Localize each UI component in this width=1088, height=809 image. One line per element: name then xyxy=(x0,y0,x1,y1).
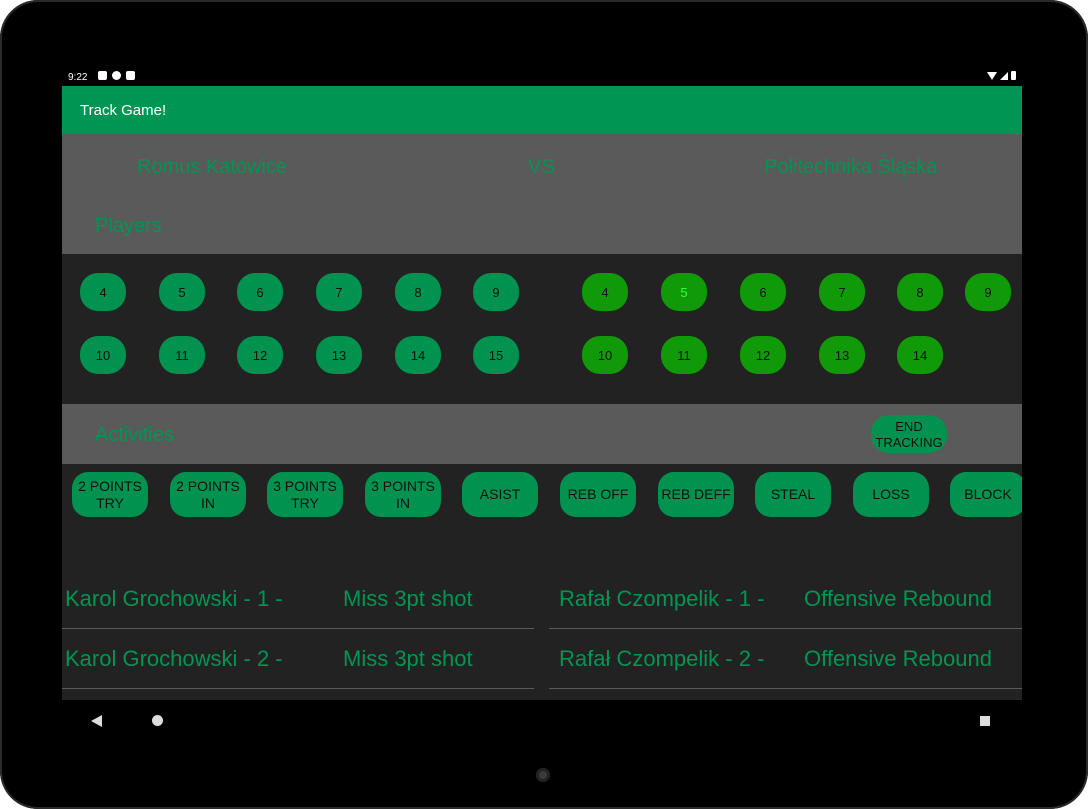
actions-area: 2 POINTS TRY 2 POINTS IN 3 POINTS TRY 3 … xyxy=(62,464,1022,564)
log-action: Miss 3pt shot xyxy=(343,586,473,611)
team-left-player-button[interactable]: 15 xyxy=(473,336,519,374)
list-item[interactable]: Karol Grochowski - 1 - Miss 3pt shot xyxy=(62,568,534,629)
navigation-bar xyxy=(62,700,1022,742)
team-right-player-button[interactable]: 14 xyxy=(897,336,943,374)
team-left-player-button[interactable]: 6 xyxy=(237,273,283,311)
left-team-log: Karol Grochowski - 1 - Miss 3pt shot Kar… xyxy=(62,564,534,700)
log-player: Karol Grochowski - 1 - xyxy=(65,586,283,611)
team-right-player-button[interactable]: 4 xyxy=(582,273,628,311)
log-player: Rafał Czompelik - 2 - xyxy=(559,646,765,671)
end-tracking-button[interactable]: END TRACKING xyxy=(871,415,947,453)
action-assist-button[interactable]: ASIST xyxy=(462,472,538,517)
status-bar: 9:22 xyxy=(62,68,1022,86)
action-block-button[interactable]: BLOCK xyxy=(950,472,1022,517)
team-left-player-button[interactable]: 8 xyxy=(395,273,441,311)
log-player: Rafał Czompelik - 1 - xyxy=(559,586,765,611)
match-header: Romus Katowice VS Politechnika Śląska Pl… xyxy=(62,134,1022,254)
list-item[interactable]: Karol Grochowski - 2 - Miss 3pt shot xyxy=(62,628,534,689)
team-right-player-button[interactable]: 13 xyxy=(819,336,865,374)
team-right-player-button[interactable]: 10 xyxy=(582,336,628,374)
team-right-player-button[interactable]: 12 xyxy=(740,336,786,374)
activities-title: Activities xyxy=(95,424,174,446)
team-left-player-button[interactable]: 10 xyxy=(80,336,126,374)
status-time: 9:22 xyxy=(68,72,88,83)
action-3-points-try-button[interactable]: 3 POINTS TRY xyxy=(267,472,343,517)
team-left-player-button[interactable]: 13 xyxy=(316,336,362,374)
team-right-player-button[interactable]: 7 xyxy=(819,273,865,311)
log-action: Offensive Rebound xyxy=(804,586,992,611)
team-right-player-button[interactable]: 9 xyxy=(965,273,1011,311)
app-title: Track Game! xyxy=(80,102,167,119)
players-area: 4 5 6 7 8 9 10 11 12 13 14 15 4 5 6 7 8 … xyxy=(62,254,1022,404)
team-left-player-button[interactable]: 5 xyxy=(159,273,205,311)
app-bar: Track Game! xyxy=(62,86,1022,134)
action-loss-button[interactable]: LOSS xyxy=(853,472,929,517)
team-left-player-button[interactable]: 14 xyxy=(395,336,441,374)
list-item[interactable]: Rafał Czompelik - 1 - Offensive Rebound xyxy=(549,568,1022,629)
action-steal-button[interactable]: STEAL xyxy=(755,472,831,517)
camera-icon xyxy=(536,768,550,782)
signal-icon xyxy=(1000,71,1008,80)
team-right-player-button[interactable]: 11 xyxy=(661,336,707,374)
activities-bar: Activities END TRACKING xyxy=(62,404,1022,464)
screen: 9:22 Track Game! Romus Katowice VS Polit… xyxy=(62,68,1022,742)
action-reb-deff-button[interactable]: REB DEFF xyxy=(658,472,734,517)
action-2-points-in-button[interactable]: 2 POINTS IN xyxy=(170,472,246,517)
recent-apps-icon[interactable] xyxy=(980,716,990,726)
list-item[interactable]: Rafał Czompelik - 2 - Offensive Rebound xyxy=(549,628,1022,689)
team-left-name: Romus Katowice xyxy=(137,156,288,178)
team-left-player-button[interactable]: 4 xyxy=(80,273,126,311)
notification-icon xyxy=(98,71,107,80)
app-notification-icon xyxy=(112,71,121,80)
team-right-player-button-selected[interactable]: 5 xyxy=(661,273,707,311)
home-icon[interactable] xyxy=(152,715,163,726)
wifi-icon xyxy=(987,71,997,80)
team-right-player-button[interactable]: 8 xyxy=(897,273,943,311)
log-action: Miss 3pt shot xyxy=(343,646,473,671)
battery-icon xyxy=(1011,71,1016,80)
team-left-player-button[interactable]: 11 xyxy=(159,336,205,374)
players-title: Players xyxy=(95,215,162,237)
vs-label: VS xyxy=(528,156,555,178)
team-right-player-button[interactable]: 6 xyxy=(740,273,786,311)
team-left-player-button[interactable]: 9 xyxy=(473,273,519,311)
team-left-player-button[interactable]: 7 xyxy=(316,273,362,311)
action-2-points-try-button[interactable]: 2 POINTS TRY xyxy=(72,472,148,517)
team-right-name: Politechnika Śląska xyxy=(764,156,938,178)
action-3-points-in-button[interactable]: 3 POINTS IN xyxy=(365,472,441,517)
log-action: Offensive Rebound xyxy=(804,646,992,671)
right-team-log: Rafał Czompelik - 1 - Offensive Rebound … xyxy=(549,564,1022,700)
log-player: Karol Grochowski - 2 - xyxy=(65,646,283,671)
team-left-player-button[interactable]: 12 xyxy=(237,336,283,374)
sd-card-icon xyxy=(126,71,135,80)
back-icon[interactable] xyxy=(91,715,102,727)
action-reb-off-button[interactable]: REB OFF xyxy=(560,472,636,517)
